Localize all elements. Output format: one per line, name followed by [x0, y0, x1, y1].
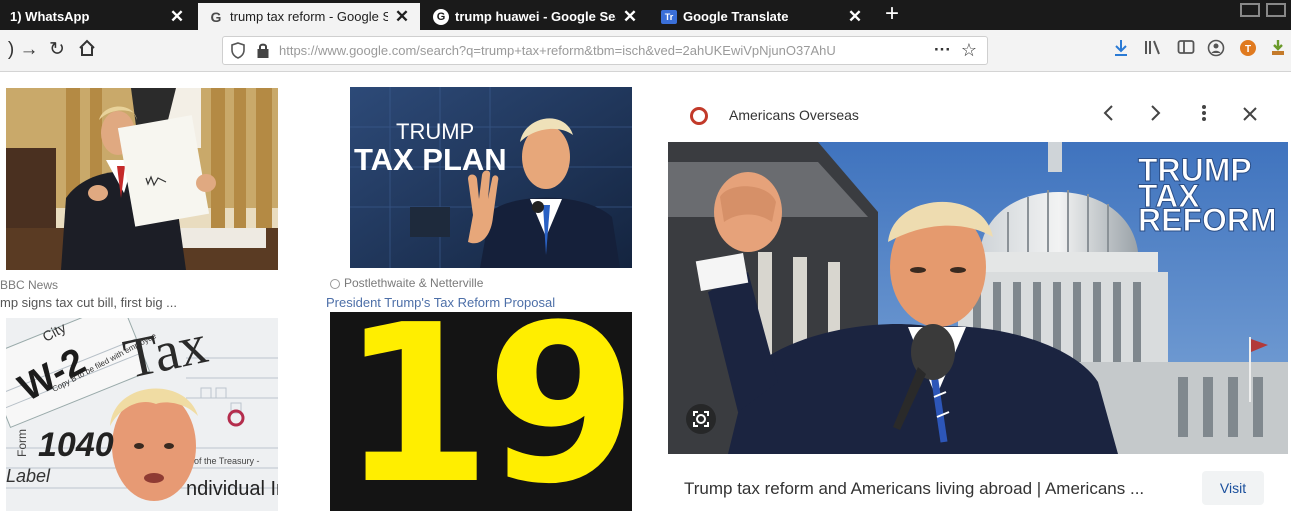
- tab-label: trump huawei - Google Search: [455, 9, 616, 24]
- close-tab-icon[interactable]: ✕: [394, 7, 410, 27]
- image-overlay-text: TAX PLAN: [354, 142, 507, 177]
- google-icon: G: [433, 8, 449, 25]
- image-preview-panel: Americans Overseas TRUMP TAX REFORM Trum…: [666, 90, 1291, 511]
- tab-google-translate[interactable]: Tr Google Translate ✕: [651, 3, 873, 30]
- result-title[interactable]: mp signs tax cut bill, first big ...: [0, 295, 177, 310]
- extension-icon[interactable]: [1267, 39, 1289, 61]
- image-overlay-text: Form: [15, 429, 29, 457]
- account-icon[interactable]: [1205, 39, 1227, 61]
- minimize-icon[interactable]: [1240, 3, 1260, 17]
- tab-whatsapp[interactable]: 1) WhatsApp ✕: [0, 3, 195, 30]
- svg-text:T: T: [1245, 44, 1251, 55]
- close-panel-icon[interactable]: [1238, 101, 1262, 129]
- address-bar[interactable]: https://www.google.com/search?q=trump+ta…: [222, 36, 988, 65]
- result-image: [6, 88, 278, 270]
- page-actions-icon[interactable]: ···: [934, 40, 951, 60]
- tab-label: Google Translate: [683, 9, 789, 24]
- reload-icon[interactable]: ↻: [46, 39, 68, 61]
- navigation-toolbar: ) → ↻ https://www.google.com/search?q=tr…: [0, 30, 1291, 72]
- tab-strip: 1) WhatsApp ✕ G trump tax reform - Googl…: [0, 0, 1291, 30]
- url-text: https://www.google.com/search?q=trump+ta…: [279, 43, 836, 58]
- close-tab-icon[interactable]: ✕: [622, 7, 638, 27]
- result-source-text: Postlethwaite & Netterville: [344, 276, 484, 290]
- visit-button[interactable]: Visit: [1202, 471, 1264, 505]
- image-result[interactable]: W-2 City Copy B to be filed with employe…: [6, 318, 278, 511]
- image-result[interactable]: [6, 88, 278, 270]
- image-result[interactable]: TRUMP TAX PLAN: [350, 87, 632, 268]
- library-icon[interactable]: [1142, 39, 1164, 61]
- home-icon[interactable]: [76, 39, 98, 61]
- close-tab-icon[interactable]: ✕: [847, 7, 863, 27]
- result-source: Postlethwaite & Netterville: [330, 276, 483, 290]
- lock-icon[interactable]: [256, 42, 270, 59]
- extension-icon[interactable]: T: [1237, 39, 1259, 61]
- site-favicon-icon: [690, 107, 708, 125]
- tab-label: 1) WhatsApp: [10, 9, 90, 24]
- image-overlay-text: ndividual Inc: [186, 478, 278, 500]
- result-title[interactable]: President Trump's Tax Reform Proposal: [326, 295, 555, 310]
- image-overlay-text: 19: [340, 312, 632, 511]
- previous-image-icon[interactable]: [1096, 101, 1120, 129]
- image-overlay-text: 1040: [38, 426, 114, 464]
- hero-overlay-text: REFORM: [1138, 202, 1278, 238]
- tab-trump-tax-reform[interactable]: G trump tax reform - Google Sea ✕: [198, 3, 420, 30]
- download-icon[interactable]: [1110, 39, 1132, 61]
- image-overlay-text: of the Treasury -: [194, 456, 260, 466]
- image-result[interactable]: 19: [330, 312, 632, 511]
- lens-search-icon[interactable]: [686, 404, 716, 434]
- panel-site-name[interactable]: Americans Overseas: [729, 107, 859, 123]
- image-overlay-text: Label: [6, 466, 51, 486]
- panel-header: Americans Overseas: [666, 90, 1291, 142]
- more-options-icon[interactable]: [1192, 101, 1216, 129]
- close-tab-icon[interactable]: ✕: [169, 7, 185, 27]
- forward-icon[interactable]: →: [18, 39, 40, 61]
- translate-icon: Tr: [661, 9, 677, 24]
- bookmark-star-icon[interactable]: ☆: [961, 40, 977, 61]
- shield-icon[interactable]: [231, 42, 245, 59]
- google-icon: G: [210, 8, 222, 25]
- maximize-icon[interactable]: [1266, 3, 1286, 17]
- sidebar-icon[interactable]: [1175, 39, 1197, 61]
- source-favicon-icon: [330, 278, 340, 289]
- next-image-icon[interactable]: [1144, 101, 1168, 129]
- new-tab-button[interactable]: +: [880, 1, 904, 27]
- preview-title-link[interactable]: Trump tax reform and Americans living ab…: [684, 479, 1144, 499]
- preview-image[interactable]: TRUMP TAX REFORM: [668, 142, 1288, 454]
- result-source: BBC News: [0, 278, 59, 292]
- tab-trump-huawei[interactable]: G trump huawei - Google Search ✕: [423, 3, 648, 30]
- tab-label: trump tax reform - Google Sea: [230, 9, 388, 24]
